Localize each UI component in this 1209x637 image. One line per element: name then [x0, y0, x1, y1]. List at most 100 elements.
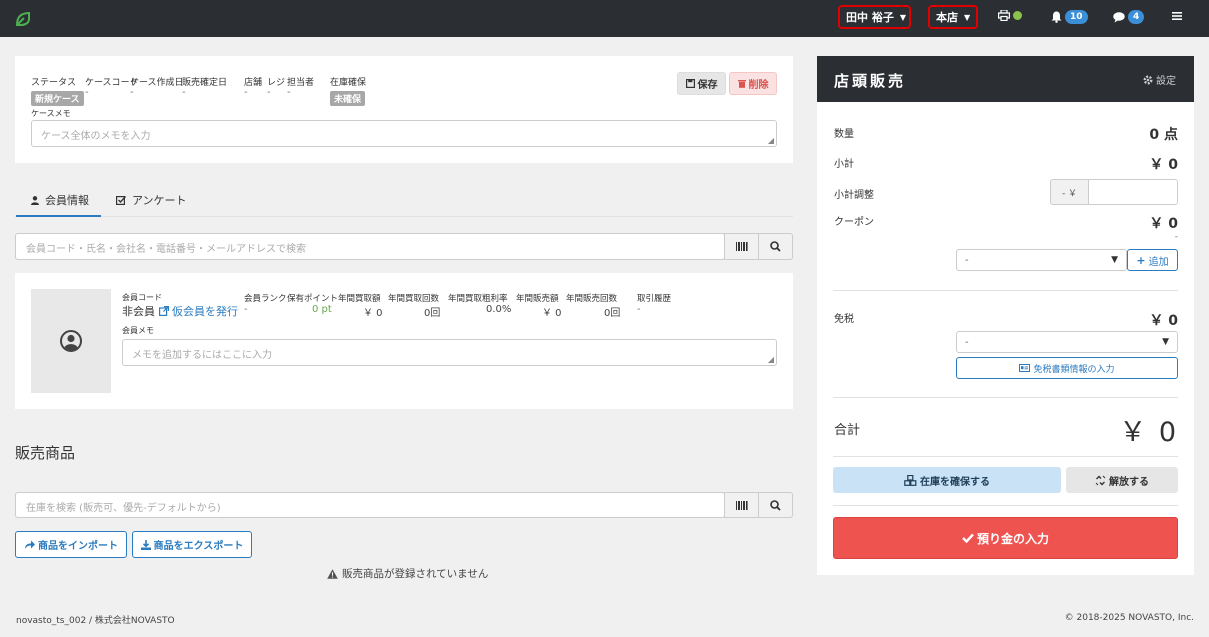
tab-survey[interactable]: アンケート [116, 192, 187, 208]
user-dropdown[interactable]: 田中 裕子 ▼ [838, 5, 911, 29]
barcode-icon [735, 500, 748, 510]
case-card: ステータス ケースコード ケース作成日 販売確定日 店舗 レジ 担当者 在庫確保… [15, 56, 793, 163]
release-label: 解放する [1109, 476, 1149, 488]
footer-left: novasto_ts_002 / 株式会社NOVASTO [16, 616, 175, 626]
coupon-value: ￥ 0 [1149, 216, 1178, 232]
printer-status[interactable] [998, 10, 1022, 21]
gear-icon [1143, 75, 1153, 84]
case-register-value: - [267, 87, 271, 98]
stat-buy-amount-value: ￥ 0 [363, 308, 383, 319]
download-icon [140, 539, 151, 550]
total-value: ￥ 0 [1119, 417, 1178, 448]
product-search-button[interactable] [758, 492, 793, 518]
trash-icon [737, 80, 746, 88]
delete-label: 削除 [748, 80, 769, 91]
stat-header-sell-amount: 年間販売額 [516, 294, 559, 304]
register-settings-link[interactable]: 設定 [1143, 72, 1176, 87]
stat-rank-value: - [244, 304, 248, 315]
stat-points-value: 0 pt [312, 304, 332, 315]
case-created-value: - [130, 87, 134, 98]
deposit-input-label: 預り金の入力 [976, 531, 1049, 546]
cubes-icon [904, 474, 917, 486]
resize-grip-icon: ◢ [767, 355, 774, 364]
case-memo-textarea[interactable]: ケース全体のメモを入力 ◢ [31, 120, 777, 147]
stat-header-buy-amount: 年間買取額 [338, 294, 381, 304]
total-label: 合計 [834, 423, 861, 438]
plus-icon: + [1136, 253, 1146, 267]
subtotal-adjust-label: 小計調整 [834, 190, 874, 201]
register-header: 店頭販売 設定 [817, 56, 1194, 102]
adjust-prefix: - ￥ [1050, 179, 1089, 205]
import-products-button[interactable]: 商品をインポート [15, 531, 127, 558]
stat-header-rank: 会員ランク [244, 294, 287, 304]
quantity-value: 0 点 [1149, 127, 1178, 143]
stat-header-points: 保有ポイント [287, 294, 339, 304]
status-badge: 新規ケース [31, 91, 84, 106]
member-code-value: 非会員 [122, 305, 155, 318]
member-avatar [31, 289, 111, 393]
user-circle-icon [60, 330, 82, 352]
case-header-created: ケース作成日 [130, 78, 184, 88]
printer-icon [998, 10, 1010, 21]
tab-member-info[interactable]: 会員情報 [31, 192, 89, 208]
product-search-input[interactable]: 在庫を検索 (販売可、優先-デフォルトから) [15, 492, 725, 518]
divider [833, 456, 1178, 457]
add-coupon-label: 追加 [1148, 256, 1169, 268]
user-icon [31, 195, 39, 205]
messages-button[interactable]: 4 [1113, 10, 1145, 24]
member-memo-placeholder: メモを追加するにはここに入力 [132, 350, 272, 361]
member-search-input[interactable]: 会員コード・氏名・会社名・電話番号・メールアドレスで検索 [15, 233, 725, 260]
member-card: 会員コード 非会員 仮会員を発行 会員ランク 保有ポイント 年間買取額 年間買取… [15, 273, 793, 409]
case-memo-placeholder: ケース全体のメモを入力 [41, 131, 151, 142]
tax-free-select[interactable]: - ▼ [956, 331, 1178, 353]
deposit-input-button[interactable]: 預り金の入力 [833, 517, 1178, 559]
subtotal-adjust-input[interactable] [1088, 179, 1178, 205]
stat-history-value[interactable]: - [637, 304, 641, 315]
products-title: 販売商品 [15, 444, 76, 462]
chevron-down-icon: ▼ [1111, 255, 1118, 265]
stat-sell-count-value[interactable]: 0回 [604, 304, 620, 319]
tax-doc-label: 免税書類情報の入力 [1033, 364, 1115, 375]
member-search-button[interactable] [758, 233, 793, 260]
reserve-stock-button[interactable]: 在庫を確保する [833, 467, 1061, 493]
member-barcode-button[interactable] [724, 233, 759, 260]
delete-button[interactable]: 削除 [729, 72, 777, 95]
case-header-sold-date: 販売確定日 [182, 78, 228, 88]
user-name: 田中 裕子 [846, 11, 894, 24]
tax-doc-button[interactable]: 免税書類情報の入力 [956, 357, 1178, 379]
coupon-select-value: - [965, 254, 969, 266]
barcode-icon [735, 242, 748, 251]
add-coupon-button[interactable]: + 追加 [1127, 249, 1178, 271]
case-code-value: - [85, 87, 89, 98]
empty-products-message: 販売商品が登録されていません [327, 566, 488, 581]
stat-header-buy-count: 年間買取回数 [388, 294, 440, 304]
release-button[interactable]: 解放する [1066, 467, 1178, 493]
leaf-logo-icon[interactable] [13, 9, 33, 29]
notifications-badge: 10 [1065, 10, 1088, 24]
footer-copyright: © 2018-2025 NOVASTO, Inc. [1064, 613, 1194, 623]
subtotal-value: ￥ 0 [1149, 157, 1178, 173]
member-memo-textarea[interactable]: メモを追加するにはここに入力 ◢ [122, 339, 777, 366]
stat-header-sell-count: 年間販売回数 [566, 294, 618, 304]
divider [833, 505, 1178, 506]
product-barcode-button[interactable] [724, 492, 759, 518]
coupon-label: クーポン [834, 217, 874, 228]
store-dropdown[interactable]: 本店 ▼ [928, 5, 978, 29]
tab-survey-label: アンケート [132, 194, 187, 207]
unlink-icon [1095, 475, 1106, 485]
register-settings-label: 設定 [1156, 76, 1176, 87]
id-card-icon [1019, 364, 1031, 372]
menu-button[interactable] [1172, 11, 1182, 21]
save-button[interactable]: 保存 [677, 72, 726, 95]
share-arrow-icon [25, 540, 35, 549]
product-search-placeholder: 在庫を検索 (販売可、優先-デフォルトから) [26, 503, 221, 514]
coupon-select[interactable]: - ▼ [956, 249, 1127, 271]
search-icon [770, 499, 781, 511]
issue-temp-member-link[interactable]: 仮会員を発行 [159, 303, 238, 319]
resize-grip-icon: ◢ [767, 136, 774, 145]
export-products-button[interactable]: 商品をエクスポート [132, 531, 252, 558]
quantity-label: 数量 [834, 129, 854, 140]
store-name: 本店 [936, 11, 958, 24]
register-title: 店頭販売 [834, 72, 907, 90]
notifications-button[interactable]: 10 [1051, 10, 1088, 24]
